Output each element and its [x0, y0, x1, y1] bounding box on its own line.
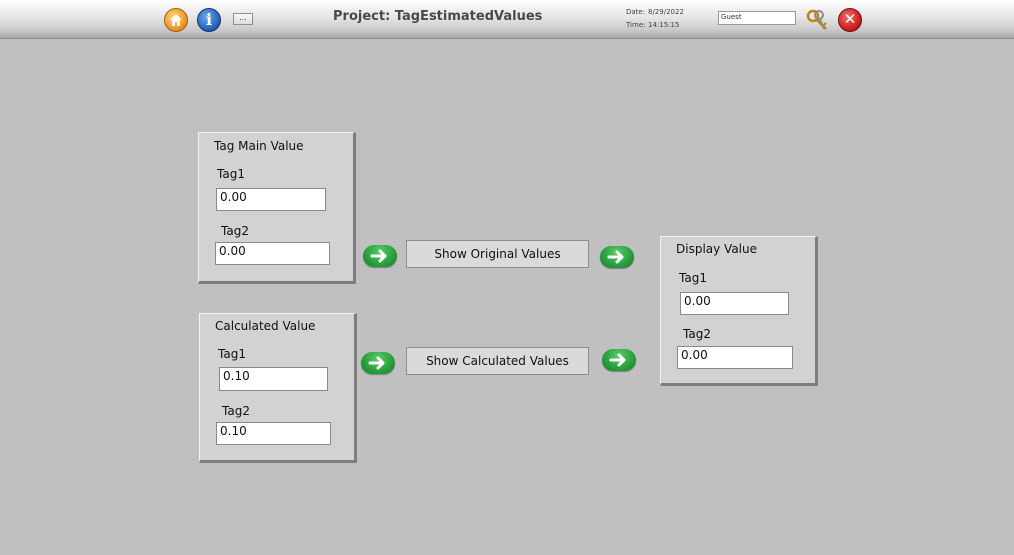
- tag1-label: Tag1: [218, 347, 246, 361]
- date-value: 8/29/2022: [648, 8, 684, 16]
- tag1-label: Tag1: [679, 271, 707, 285]
- show-original-values-button[interactable]: Show Original Values: [406, 240, 589, 268]
- tag1-value-field[interactable]: 0.10: [219, 367, 328, 391]
- time-label: Time:: [626, 21, 646, 29]
- tag2-label: Tag2: [222, 404, 250, 418]
- project-title: Project: TagEstimatedValues: [333, 9, 543, 24]
- tag1-label: Tag1: [217, 167, 245, 181]
- tag2-label: Tag2: [221, 224, 249, 238]
- tag1-value-field[interactable]: 0.00: [216, 188, 326, 211]
- panel-title: Tag Main Value: [214, 139, 304, 153]
- arrow-right-icon: [363, 245, 397, 267]
- tag2-value-field[interactable]: 0.00: [677, 346, 793, 369]
- panel-title: Calculated Value: [215, 319, 316, 333]
- tag2-label: Tag2: [683, 327, 711, 341]
- time-readout: Time: 14:15:15: [626, 21, 679, 29]
- date-label: Date:: [626, 8, 646, 16]
- tag1-value-field[interactable]: 0.00: [680, 292, 789, 315]
- user-field[interactable]: Guest: [718, 11, 796, 25]
- date-readout: Date: 8/29/2022: [626, 8, 684, 16]
- top-bar: i ... Project: TagEstimatedValues Date: 8…: [0, 0, 1014, 39]
- key-icon[interactable]: [806, 9, 830, 31]
- show-calculated-values-button[interactable]: Show Calculated Values: [406, 347, 589, 375]
- home-icon[interactable]: [164, 8, 188, 32]
- tag2-value-field[interactable]: 0.10: [216, 422, 331, 445]
- arrow-right-icon: [361, 352, 395, 374]
- calculated-value-panel: Calculated Value Tag1 0.10 Tag2 0.10: [199, 313, 357, 463]
- more-button[interactable]: ...: [233, 13, 253, 25]
- tag2-value-field[interactable]: 0.00: [215, 242, 330, 265]
- info-icon[interactable]: i: [197, 8, 221, 32]
- display-value-panel: Display Value Tag1 0.00 Tag2 0.00: [660, 236, 818, 386]
- arrow-right-icon: [602, 349, 636, 371]
- close-icon[interactable]: ✕: [838, 8, 862, 32]
- arrow-right-icon: [600, 246, 634, 268]
- time-value: 14:15:15: [648, 21, 680, 29]
- panel-title: Display Value: [676, 242, 757, 256]
- tag-main-value-panel: Tag Main Value Tag1 0.00 Tag2 0.00: [198, 132, 356, 284]
